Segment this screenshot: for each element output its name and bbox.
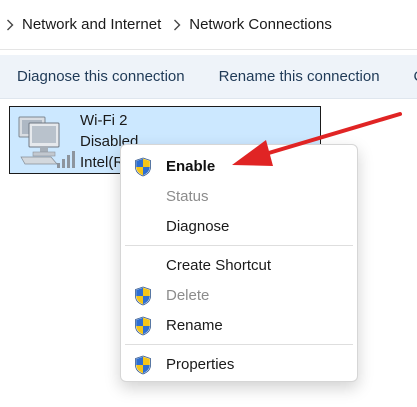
menu-item-status-label: Status — [166, 187, 209, 205]
menu-item-create-shortcut-label: Create Shortcut — [166, 256, 272, 274]
menu-item-create-shortcut[interactable]: Create Shortcut — [121, 251, 357, 279]
menu-item-diagnose[interactable]: Diagnose — [121, 212, 357, 240]
context-menu: Enable Status Diagnose Create Shortcut D… — [120, 144, 358, 382]
uac-shield-icon — [134, 157, 152, 177]
uac-shield-icon — [134, 316, 152, 336]
uac-shield-icon — [134, 286, 152, 306]
overflow-command-button[interactable]: C — [397, 68, 417, 85]
chevron-right-icon[interactable] — [173, 19, 181, 31]
menu-item-properties[interactable]: Properties — [121, 350, 357, 378]
menu-item-rename[interactable]: Rename — [121, 311, 357, 339]
rename-connection-button[interactable]: Rename this connection — [202, 68, 397, 85]
menu-item-enable[interactable]: Enable — [121, 152, 357, 180]
breadcrumb-network-and-internet[interactable]: Network and Internet — [22, 16, 161, 33]
chevron-right-icon[interactable] — [6, 19, 14, 31]
menu-item-properties-label: Properties — [166, 355, 235, 373]
command-bar: Diagnose this connection Rename this con… — [0, 55, 417, 99]
menu-item-diagnose-label: Diagnose — [166, 217, 230, 235]
menu-item-status: Status — [121, 182, 357, 210]
breadcrumb: Network and Internet Network Connections — [0, 0, 417, 50]
diagnose-connection-button[interactable]: Diagnose this connection — [0, 68, 202, 85]
adapter-name: Wi-Fi 2 — [80, 112, 128, 129]
menu-separator — [125, 344, 353, 345]
uac-shield-icon — [134, 355, 152, 375]
menu-item-rename-label: Rename — [166, 316, 223, 334]
breadcrumb-network-connections[interactable]: Network Connections — [189, 16, 332, 33]
menu-item-delete: Delete — [121, 281, 357, 309]
menu-separator — [125, 245, 353, 246]
network-adapter-icon — [13, 111, 79, 171]
menu-item-delete-label: Delete — [166, 286, 210, 304]
menu-item-enable-label: Enable — [166, 157, 216, 175]
